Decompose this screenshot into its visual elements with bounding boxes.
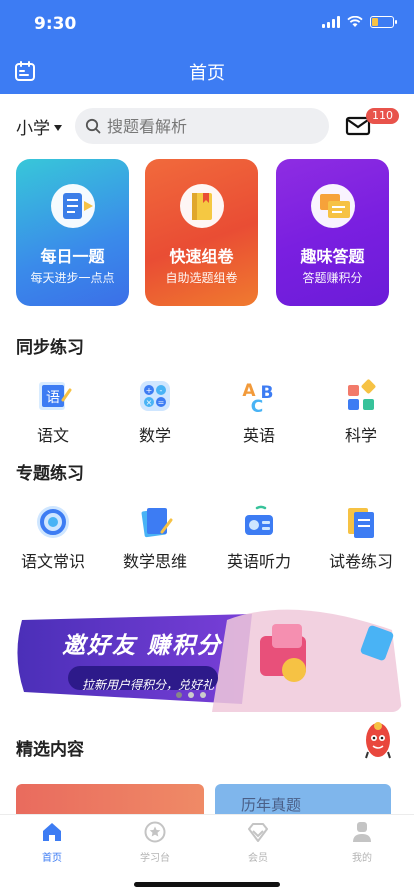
topic-math-thinking-label: 数学思维 [122, 552, 187, 571]
featured-card-past-exams[interactable]: 历年真题 [215, 784, 391, 814]
featured-card-label: 历年真题 [241, 796, 302, 814]
quick-paper-icon [180, 184, 224, 228]
topic-exam-practice[interactable]: 试卷练习 [316, 502, 406, 572]
home-indicator [134, 882, 280, 887]
tab-home-label: 首页 [42, 853, 62, 864]
invite-friends-banner[interactable]: 邀好友 赚积分 拉新用户得积分，兑好礼 [12, 600, 402, 712]
tab-study-label: 学习台 [140, 853, 170, 864]
radio-icon [245, 505, 273, 535]
diamond-icon [248, 823, 268, 842]
search-row: 小学 110 [0, 106, 414, 146]
topic-section-title: 专题练习 [16, 464, 84, 484]
topic-exam-practice-label: 试卷练习 [328, 552, 393, 571]
subject-english[interactable]: A B C 英语 [214, 376, 304, 446]
search-icon [85, 118, 101, 134]
tab-vip-label: 会员 [248, 853, 268, 864]
sync-section-title: 同步练习 [16, 338, 84, 358]
home-icon [43, 823, 61, 841]
page-title: 首页 [189, 63, 225, 84]
search-box[interactable] [75, 108, 329, 144]
svg-text:语: 语 [46, 390, 60, 406]
subject-math-label: 数学 [138, 426, 171, 445]
person-icon [353, 822, 371, 842]
tab-home[interactable]: 首页 [12, 821, 92, 864]
status-icons [322, 16, 397, 28]
featured-section-title: 精选内容 [16, 740, 84, 760]
tab-profile-label: 我的 [352, 853, 372, 864]
topic-chinese-knowledge[interactable]: 语文常识 [8, 502, 98, 572]
mail-count-badge: 110 [366, 108, 399, 124]
subject-science[interactable]: 科学 [316, 376, 406, 446]
pagination-dot [188, 692, 194, 698]
grade-select[interactable]: 小学 [16, 114, 62, 139]
subject-math[interactable]: + - × = 数学 [110, 376, 200, 446]
subject-chinese-label: 语文 [36, 426, 69, 445]
chinese-book-icon: 语 [39, 382, 72, 410]
globe-icon [37, 506, 69, 538]
featured-card-red[interactable] [16, 784, 204, 814]
caret-down-icon [54, 124, 62, 131]
svg-text:=: = [158, 398, 165, 407]
grade-label: 小学 [16, 119, 50, 139]
topic-chinese-knowledge-label: 语文常识 [20, 552, 85, 571]
tab-vip[interactable]: 会员 [218, 821, 298, 864]
svg-text:×: × [146, 398, 153, 407]
home-content: 小学 110 每日一题 每天进步一点点 [0, 94, 414, 814]
tab-profile[interactable]: 我的 [322, 821, 402, 864]
daily-question-card[interactable]: 每日一题 每天进步一点点 [16, 159, 129, 306]
wifi-icon [347, 16, 363, 27]
quick-paper-card[interactable]: 快速组卷 自助选题组卷 [145, 159, 258, 306]
signal-icon [322, 16, 340, 28]
daily-question-icon [51, 184, 95, 228]
battery-icon [370, 16, 397, 28]
topic-english-listening[interactable]: 英语听力 [214, 502, 304, 572]
science-blocks-icon [348, 379, 376, 410]
svg-text:+: + [146, 386, 153, 395]
fun-quiz-icon [311, 184, 355, 228]
pagination-dot [200, 692, 206, 698]
search-input[interactable] [107, 116, 307, 136]
red-packet-mascot-icon[interactable] [360, 716, 396, 762]
status-time: 9:30 [34, 14, 77, 34]
subject-english-label: 英语 [242, 426, 275, 445]
banner-title: 邀好友 赚积分 [62, 633, 223, 659]
quick-paper-title: 快速组卷 [169, 247, 234, 266]
banner-pagination [176, 692, 206, 698]
pagination-dot [176, 692, 182, 698]
svg-text:C: C [251, 397, 263, 416]
topic-english-listening-label: 英语听力 [226, 552, 291, 571]
nav-bar: 首页 [0, 48, 414, 94]
tab-study[interactable]: 学习台 [115, 821, 195, 864]
subject-science-label: 科学 [344, 426, 377, 445]
svg-text:-: - [160, 386, 163, 395]
banner-subtitle: 拉新用户得积分，兑好礼 [82, 678, 215, 692]
fun-quiz-subtitle: 答题赚积分 [302, 271, 363, 285]
daily-question-title: 每日一题 [40, 247, 105, 266]
exam-paper-icon [348, 508, 374, 538]
quick-paper-subtitle: 自助选题组卷 [165, 271, 238, 285]
abc-blocks-icon: A B C [242, 381, 273, 416]
fun-quiz-card[interactable]: 趣味答题 答题赚积分 [276, 159, 389, 306]
star-circle-icon [144, 821, 166, 843]
notebook-icon [141, 508, 173, 538]
topic-math-thinking[interactable]: 数学思维 [110, 502, 200, 572]
calculator-icon: + - × = [140, 381, 170, 411]
status-bar: 9:30 [0, 0, 414, 48]
fun-quiz-title: 趣味答题 [300, 247, 365, 266]
daily-question-subtitle: 每天进步一点点 [30, 271, 115, 285]
subject-chinese[interactable]: 语 语文 [8, 376, 98, 446]
